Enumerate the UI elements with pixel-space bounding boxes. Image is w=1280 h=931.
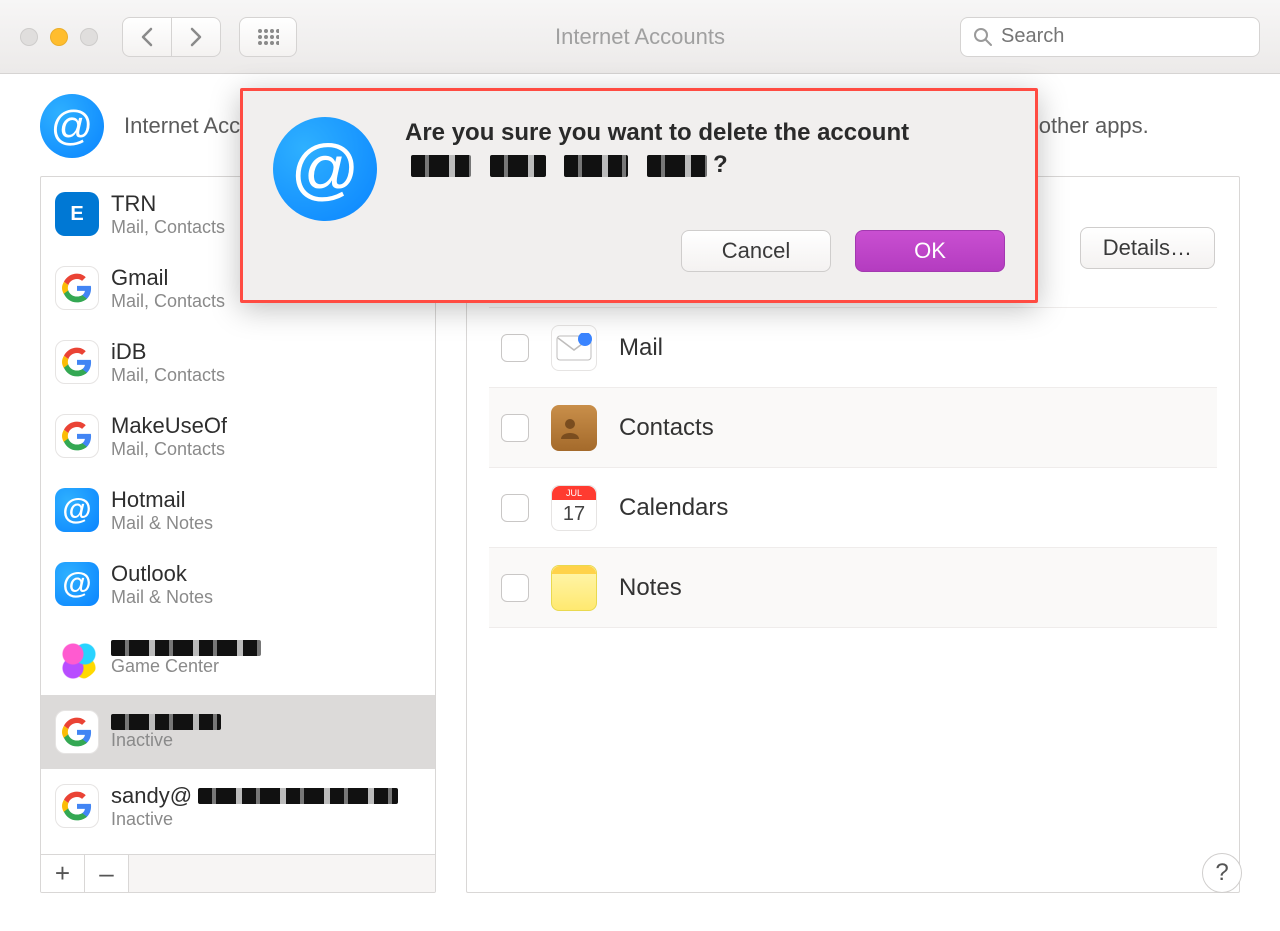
window-controls [20,28,98,46]
account-item-gamecenter[interactable]: Game Center [41,621,435,695]
account-name: Hotmail [111,487,213,513]
cancel-button[interactable]: Cancel [681,230,831,272]
account-sub: Mail, Contacts [111,365,225,386]
at-icon: @ [55,488,99,532]
dialog-actions: Cancel OK [405,230,1005,272]
account-item-outlook[interactable]: @ Outlook Mail & Notes [41,547,435,621]
ok-button[interactable]: OK [855,230,1005,272]
service-checkbox-calendars[interactable] [501,494,529,522]
service-checkbox-mail[interactable] [501,334,529,362]
account-name: sandy@ [111,783,398,809]
account-name [111,640,261,656]
google-icon [55,414,99,458]
service-row-notes[interactable]: Notes [489,548,1217,628]
account-sub: Inactive [111,809,398,830]
at-icon: @ [55,562,99,606]
calendars-icon: JUL 17 [551,485,597,531]
account-name [111,714,221,730]
add-account-button[interactable]: + [41,855,85,892]
nav-back-forward [122,17,221,57]
details-button[interactable]: Details… [1080,227,1215,269]
service-row-contacts[interactable]: Contacts [489,388,1217,468]
account-sub: Mail, Contacts [111,217,225,238]
search-input[interactable] [1001,25,1247,48]
service-row-mail[interactable]: Mail [489,308,1217,388]
titlebar: Internet Accounts [0,0,1280,74]
account-name: TRN [111,191,225,217]
forward-button[interactable] [171,17,221,57]
minimize-window-button[interactable] [50,28,68,46]
confirm-delete-dialog: @ Are you sure you want to delete the ac… [240,88,1038,303]
sidebar-footer: + – [41,854,435,892]
google-icon [55,710,99,754]
account-name: Gmail [111,265,225,291]
service-label: Notes [619,574,682,602]
account-sub: Mail, Contacts [111,291,225,312]
account-item-hotmail[interactable]: @ Hotmail Mail & Notes [41,473,435,547]
service-label: Calendars [619,494,728,522]
mail-icon [551,325,597,371]
account-name: MakeUseOf [111,413,227,439]
account-sub: Mail, Contacts [111,439,227,460]
back-button[interactable] [122,17,172,57]
service-list: Mail Contacts JUL 17 Calendars [489,307,1217,628]
maximize-window-button[interactable] [80,28,98,46]
account-sub: Inactive [111,730,221,751]
google-icon [55,340,99,384]
account-item-makeuseof[interactable]: MakeUseOf Mail, Contacts [41,399,435,473]
close-window-button[interactable] [20,28,38,46]
internet-accounts-icon: @ [273,117,377,221]
search-icon [973,27,993,47]
contacts-icon [551,405,597,451]
exchange-icon: E [55,192,99,236]
account-name: Outlook [111,561,213,587]
all-prefs-button[interactable] [239,17,297,57]
account-item-sandy[interactable]: sandy@ Inactive [41,769,435,843]
google-icon [55,266,99,310]
account-item-idb[interactable]: iDB Mail, Contacts [41,325,435,399]
account-sub: Mail & Notes [111,587,213,608]
account-item-selected-inactive[interactable]: Inactive [41,695,435,769]
service-label: Mail [619,334,663,362]
notes-icon [551,565,597,611]
service-row-calendars[interactable]: JUL 17 Calendars [489,468,1217,548]
gamecenter-icon [55,636,99,680]
service-checkbox-notes[interactable] [501,574,529,602]
account-name: iDB [111,339,225,365]
internet-accounts-icon: @ [40,94,104,158]
service-checkbox-contacts[interactable] [501,414,529,442]
search-field[interactable] [960,17,1260,57]
account-sub: Game Center [111,656,261,677]
account-sub: Mail & Notes [111,513,213,534]
service-label: Contacts [619,414,714,442]
remove-account-button[interactable]: – [85,855,129,892]
dialog-title: Are you sure you want to delete the acco… [405,117,1005,182]
google-icon [55,784,99,828]
help-button[interactable]: ? [1202,853,1242,893]
